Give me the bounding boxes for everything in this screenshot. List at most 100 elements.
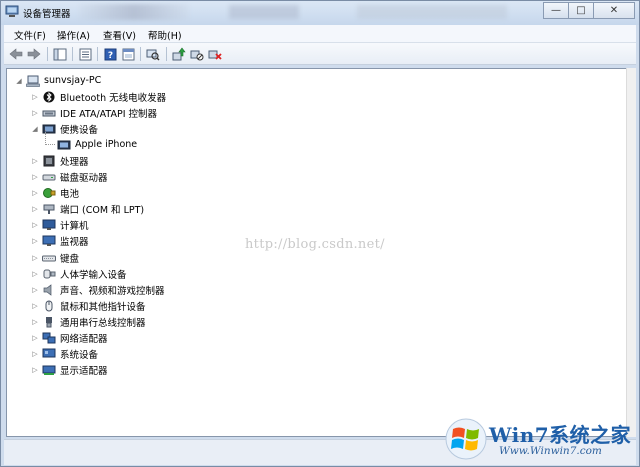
vertical-scrollbar[interactable] [626, 68, 636, 437]
tree-node-label: Apple iPhone [75, 139, 138, 151]
toolbar-separator [140, 47, 141, 61]
update-driver-button[interactable] [171, 46, 187, 62]
tree-node-label: 便携设备 [60, 124, 99, 136]
watermark-text: http://blog.csdn.net/ [245, 237, 385, 252]
display-adapter-icon [42, 365, 56, 376]
expand-arrow-icon[interactable]: ▷ [31, 234, 39, 249]
expand-arrow-icon[interactable]: ▷ [31, 282, 39, 297]
keyboard-icon [42, 255, 56, 261]
properties-button[interactable] [77, 46, 93, 62]
uninstall-button[interactable] [207, 46, 223, 62]
tree-node-label: 显示适配器 [60, 366, 108, 378]
tree-category-node[interactable]: ▷ 通用串行总线控制器 [31, 314, 146, 329]
hid-icon [43, 269, 56, 279]
port-icon [43, 204, 55, 215]
expand-arrow-icon[interactable]: ▷ [31, 314, 39, 329]
menu-help[interactable]: 帮助(H) [148, 28, 182, 42]
svg-text:?: ? [107, 51, 112, 61]
tree-root-node[interactable]: ◢ sunvsjay-PC [15, 73, 101, 88]
tree-category-node[interactable]: ▷ 显示适配器 [31, 363, 108, 378]
tree-category-node[interactable]: ▷ 系统设备 [31, 347, 98, 362]
expand-arrow-icon[interactable]: ▷ [31, 89, 39, 104]
processor-icon [43, 155, 55, 167]
show-hide-tree-button[interactable] [52, 46, 68, 62]
expand-arrow-icon[interactable]: ▷ [31, 347, 39, 362]
tree-node-label: 电池 [60, 189, 80, 201]
device-manager-app-icon [5, 5, 19, 17]
forward-button[interactable] [26, 46, 42, 62]
tree-category-node[interactable]: ▷ 电池 [31, 186, 79, 201]
close-button[interactable]: ✕ [593, 2, 635, 19]
tree-category-node[interactable]: ◢ 便携设备 [31, 121, 98, 136]
expand-arrow-icon[interactable]: ▷ [31, 218, 39, 233]
device-manager-window: 设备管理器 — □ ✕ 文件(F) 操作(A) 查看(V) 帮助(H) ? ◢ … [0, 0, 640, 467]
expand-arrow-icon[interactable]: ▷ [31, 153, 39, 168]
device-tree[interactable]: ◢ sunvsjay-PC ▷ Bluetooth 无线电收发器 ▷ IDE ATA/… [6, 68, 634, 437]
scan-hardware-icon [146, 49, 160, 60]
close-icon: ✕ [609, 5, 619, 16]
menu-view[interactable]: 查看(V) [103, 28, 136, 42]
tree-category-node[interactable]: ▷ 磁盘驱动器 [31, 170, 107, 185]
tree-category-node[interactable]: ▷ 鼠标和其他指针设备 [31, 298, 146, 313]
tree-node-label: 系统设备 [60, 350, 99, 362]
tree-child-node[interactable]: Apple iPhone [45, 130, 138, 152]
menu-bar: 文件(F) 操作(A) 查看(V) 帮助(H) [4, 25, 636, 43]
tree-category-node[interactable]: ▷ 监视器 [31, 234, 89, 249]
tree-category-node[interactable]: ▷ 键盘 [31, 250, 79, 265]
expand-arrow-icon[interactable]: ▷ [31, 250, 39, 265]
expand-arrow-icon[interactable]: ▷ [31, 170, 39, 185]
tree-category-node[interactable]: ▷ 声音、视频和游戏控制器 [31, 282, 165, 297]
computer-icon [26, 75, 40, 87]
computer-name: sunvsjay-PC [44, 75, 102, 86]
logo-brand: Win7系统之家 [489, 423, 632, 447]
expand-arrow-icon[interactable]: ▷ [31, 202, 39, 217]
menu-action[interactable]: 操作(A) [57, 28, 90, 42]
maximize-button[interactable]: □ [568, 2, 594, 19]
menu-file[interactable]: 文件(F) [14, 28, 46, 42]
tree-category-node[interactable]: ▷ 端口 (COM 和 LPT) [31, 202, 144, 217]
collapse-arrow-icon[interactable]: ◢ [15, 73, 23, 88]
expand-arrow-icon[interactable]: ▷ [31, 266, 39, 281]
tree-category-node[interactable]: ▷ 网络适配器 [31, 331, 108, 346]
tree-node-label: 鼠标和其他指针设备 [60, 301, 146, 313]
view-button[interactable] [120, 46, 136, 62]
caption-buttons: — □ ✕ [543, 2, 635, 19]
computer-icon [42, 219, 56, 231]
logo-url: Www.Winwin7.com [499, 445, 602, 457]
update-driver-icon [172, 47, 186, 61]
help-button[interactable]: ? [102, 46, 118, 62]
bluetooth-icon [43, 91, 55, 102]
tree-node-label: 人体学输入设备 [60, 269, 127, 281]
tree-category-node[interactable]: ▷ 人体学输入设备 [31, 266, 127, 281]
minimize-button[interactable]: — [543, 2, 569, 19]
tree-category-node[interactable]: ▷ 计算机 [31, 218, 89, 233]
title-bar[interactable]: 设备管理器 — □ ✕ [1, 1, 639, 25]
ide-controller-icon [42, 110, 56, 117]
tree-category-node[interactable]: ▷ IDE ATA/ATAPI 控制器 [31, 105, 157, 120]
toolbar: ? [4, 43, 636, 65]
tree-node-label: 声音、视频和游戏控制器 [60, 285, 165, 297]
maximize-icon: □ [576, 5, 586, 16]
tree-node-label: 处理器 [60, 156, 89, 168]
tree-category-node[interactable]: ▷ 处理器 [31, 153, 89, 168]
tree-node-label: 通用串行总线控制器 [60, 317, 146, 329]
blurred-title-region [79, 4, 189, 20]
expand-arrow-icon[interactable]: ▷ [31, 186, 39, 201]
scan-hardware-button[interactable] [145, 46, 161, 62]
expand-arrow-icon[interactable]: ▷ [31, 298, 39, 313]
disable-device-button[interactable] [189, 46, 205, 62]
toolbar-separator [97, 47, 98, 61]
blurred-title-region [229, 5, 299, 19]
mouse-icon [45, 300, 53, 312]
window-title: 设备管理器 [23, 9, 71, 20]
expand-arrow-icon[interactable]: ▷ [31, 363, 39, 378]
expand-arrow-icon[interactable]: ▷ [31, 105, 39, 120]
expand-arrow-icon[interactable]: ▷ [31, 331, 39, 346]
tree-node-label: IDE ATA/ATAPI 控制器 [60, 108, 158, 120]
tree-connector [45, 130, 55, 146]
collapse-arrow-icon[interactable]: ◢ [31, 121, 39, 136]
disable-device-icon [190, 50, 204, 61]
back-button[interactable] [8, 46, 24, 62]
tree-category-node[interactable]: ▷ Bluetooth 无线电收发器 [31, 89, 166, 104]
properties-icon [79, 48, 91, 60]
